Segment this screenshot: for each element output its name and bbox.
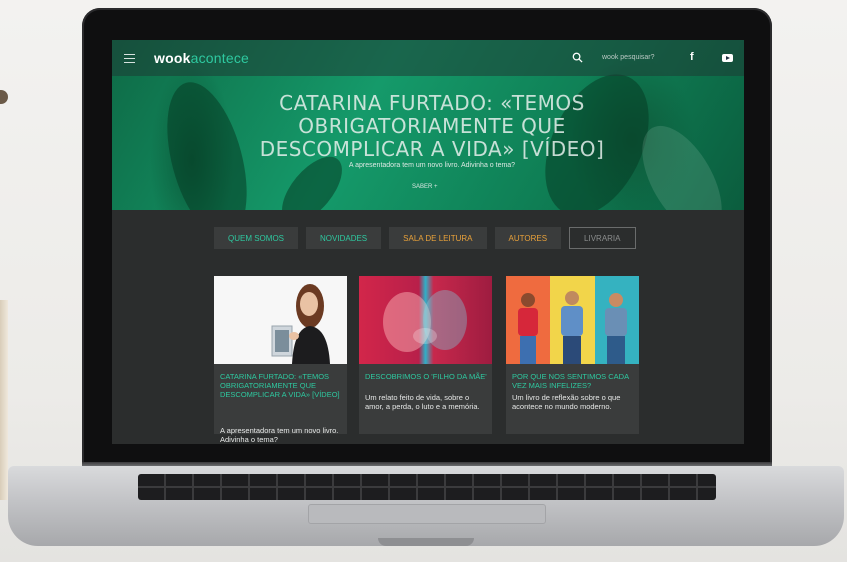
article-description: Um livro de reflexão sobre o que acontec… [512, 393, 621, 411]
search-icon[interactable] [572, 52, 583, 63]
laptop-screen: CATARINA FURTADO: «TEMOS OBRIGATORIAMENT… [112, 40, 744, 444]
article-image [506, 276, 639, 364]
laptop-notch [378, 538, 474, 546]
menu-icon[interactable] [124, 54, 135, 63]
article-image [359, 276, 492, 364]
article-title[interactable]: DESCOBRIMOS O 'FILHO DA MÃE' [365, 372, 487, 381]
hero-title[interactable]: CATARINA FURTADO: «TEMOS OBRIGATORIAMENT… [222, 92, 642, 161]
nav-autores[interactable]: AUTORES [494, 227, 562, 249]
nav-novidades[interactable]: NOVIDADES [306, 227, 382, 249]
article-card[interactable]: CATARINA FURTADO: «TEMOS OBRIGATORIAMENT… [214, 276, 347, 444]
site-logo[interactable]: wookacontece [154, 50, 249, 66]
plant-decoration [0, 90, 8, 104]
laptop-keyboard [138, 474, 716, 500]
youtube-icon[interactable] [722, 54, 733, 62]
article-image [214, 276, 347, 364]
hero-read-more-link[interactable]: SABER + [412, 184, 438, 190]
article-description: A apresentadora tem um novo livro. Adivi… [220, 426, 339, 444]
logo-light: acontece [190, 50, 250, 66]
article-card[interactable]: DESCOBRIMOS O 'FILHO DA MÃE' Um relato f… [359, 276, 492, 434]
hero-subtitle: A apresentadora tem um novo livro. Adivi… [348, 162, 516, 169]
top-bar: wookacontece wook pesquisar? f [112, 40, 744, 76]
laptop-trackpad [308, 504, 546, 524]
nav-sala-de-leitura[interactable]: SALA DE LEITURA [389, 227, 487, 249]
facebook-icon[interactable]: f [690, 51, 694, 63]
article-card[interactable]: POR QUE NOS SENTIMOS CADA VEZ MAIS INFEL… [506, 276, 639, 434]
article-description: Um relato feito de vida, sobre o amor, a… [365, 393, 480, 411]
nav-livraria[interactable]: LIVRARIA [569, 227, 636, 249]
logo-bold: wook [154, 50, 191, 66]
article-title[interactable]: POR QUE NOS SENTIMOS CADA VEZ MAIS INFEL… [512, 372, 634, 390]
section-nav: QUEM SOMOS NOVIDADES SALA DE LEITURA AUT… [214, 227, 636, 249]
search-input[interactable]: wook pesquisar? [602, 54, 655, 61]
article-title[interactable]: CATARINA FURTADO: «TEMOS OBRIGATORIAMENT… [220, 372, 342, 399]
nav-quem-somos[interactable]: QUEM SOMOS [214, 227, 299, 249]
cup-decoration [0, 300, 8, 500]
